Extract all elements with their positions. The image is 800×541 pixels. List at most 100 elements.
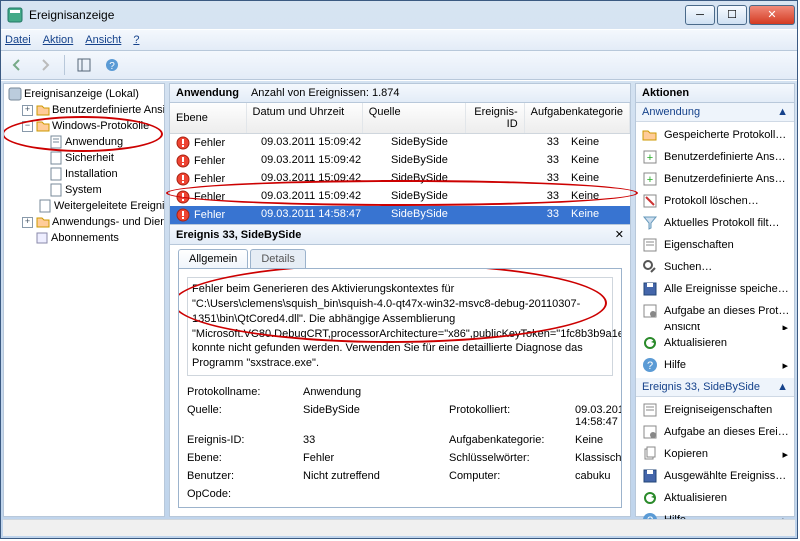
menu-action[interactable]: Aktion bbox=[43, 34, 74, 46]
action-item[interactable]: ?Hilfe▸ bbox=[636, 354, 794, 376]
tab-general[interactable]: Allgemein bbox=[178, 249, 248, 268]
col-eventid[interactable]: Ereignis-ID bbox=[466, 103, 525, 133]
error-icon bbox=[176, 172, 190, 186]
menu-view[interactable]: Ansicht bbox=[85, 34, 121, 46]
event-properties: Protokollname:Anwendung Quelle:SideBySid… bbox=[187, 386, 613, 508]
copy-icon bbox=[642, 446, 658, 462]
menu-help[interactable]: ? bbox=[133, 34, 139, 46]
detail-body[interactable]: Fehler beim Generieren des Aktivierungsk… bbox=[178, 268, 622, 508]
props-icon bbox=[642, 402, 658, 418]
refresh-icon bbox=[642, 335, 658, 351]
minimize-button[interactable]: ─ bbox=[685, 5, 715, 25]
help-icon: ? bbox=[642, 357, 658, 373]
toolbar: ? bbox=[1, 51, 797, 80]
tree-forwarded[interactable]: Weitergeleitete Ereignisse bbox=[36, 198, 162, 214]
clear-icon bbox=[642, 193, 658, 209]
create-icon: + bbox=[642, 171, 658, 187]
app-window: Ereignisanzeige ─ ☐ ✕ Datei Aktion Ansic… bbox=[0, 0, 798, 539]
tree-pane[interactable]: Ereignisanzeige (Lokal) +Benutzerdefinie… bbox=[3, 83, 165, 517]
main-pane: Anwendung Anzahl von Ereignissen: 1.874 … bbox=[169, 83, 631, 517]
menu-file[interactable]: Datei bbox=[5, 34, 31, 46]
save-icon bbox=[642, 281, 658, 297]
grid-header[interactable]: Ebene Datum und Uhrzeit Quelle Ereignis-… bbox=[170, 103, 630, 134]
svg-text:+: + bbox=[647, 152, 653, 164]
link-onlinehelp[interactable]: Onlinehilfe bbox=[303, 506, 355, 508]
detail-pane: Ereignis 33, SideBySide ✕ Allgemein Deta… bbox=[170, 224, 630, 516]
action-item[interactable]: +Benutzerdefinierte Ans… bbox=[636, 146, 794, 168]
error-icon bbox=[176, 154, 190, 168]
menubar: Datei Aktion Ansicht ? bbox=[1, 29, 797, 51]
tree-subscriptions[interactable]: Abonnements bbox=[22, 230, 162, 246]
event-message: Fehler beim Generieren des Aktivierungsk… bbox=[187, 277, 613, 376]
tool-back[interactable] bbox=[5, 53, 29, 77]
svg-text:?: ? bbox=[109, 61, 115, 72]
close-button[interactable]: ✕ bbox=[749, 5, 795, 25]
error-icon bbox=[176, 208, 190, 222]
svg-text:+: + bbox=[647, 174, 653, 186]
action-item[interactable]: Ereigniseigenschaften bbox=[636, 399, 794, 421]
event-row[interactable]: Fehler09.03.2011 15:09:42SideBySide33Kei… bbox=[170, 170, 630, 188]
action-item[interactable]: Aktuelles Protokoll filt… bbox=[636, 212, 794, 234]
action-item[interactable]: Aktualisieren bbox=[636, 332, 794, 354]
col-level[interactable]: Ebene bbox=[170, 103, 247, 133]
events-header: Anwendung Anzahl von Ereignissen: 1.874 bbox=[170, 84, 630, 103]
window-title: Ereignisanzeige bbox=[29, 8, 683, 22]
svg-text:?: ? bbox=[647, 360, 653, 372]
actions-group-event[interactable]: Ereignis 33, SideBySide▲ bbox=[636, 378, 794, 397]
maximize-button[interactable]: ☐ bbox=[717, 5, 747, 25]
tree-root[interactable]: Ereignisanzeige (Lokal) bbox=[8, 86, 162, 102]
actions-title: Aktionen bbox=[636, 84, 794, 103]
action-item[interactable]: Ausgewählte Ereigniss… bbox=[636, 465, 794, 487]
col-category[interactable]: Aufgabenkategorie bbox=[525, 103, 630, 133]
tree-win-logs[interactable]: −Windows-Protokolle bbox=[22, 118, 162, 134]
detail-close-icon[interactable]: ✕ bbox=[615, 228, 624, 241]
detail-header: Ereignis 33, SideBySide ✕ bbox=[170, 225, 630, 245]
action-item[interactable]: Gespeicherte Protokoll… bbox=[636, 124, 794, 146]
event-row[interactable]: Fehler09.03.2011 15:09:42SideBySide33Kei… bbox=[170, 188, 630, 206]
tool-help-icon[interactable]: ? bbox=[100, 53, 124, 77]
action-item[interactable]: Alle Ereignisse speiche… bbox=[636, 278, 794, 300]
actions-group-app[interactable]: Anwendung▲ bbox=[636, 103, 794, 122]
action-item[interactable]: Suchen… bbox=[636, 256, 794, 278]
save-icon bbox=[642, 468, 658, 484]
tool-show-tree[interactable] bbox=[72, 53, 96, 77]
error-icon bbox=[176, 136, 190, 150]
scrollbar-horizontal[interactable] bbox=[3, 519, 795, 536]
action-item[interactable]: +Benutzerdefinierte Ans… bbox=[636, 168, 794, 190]
tree-system[interactable]: System bbox=[36, 182, 162, 198]
task-icon bbox=[642, 303, 658, 319]
action-item[interactable]: Aktualisieren bbox=[636, 487, 794, 509]
action-item[interactable]: Aufgabe an dieses Erei… bbox=[636, 421, 794, 443]
event-row[interactable]: Fehler09.03.2011 14:58:47SideBySide33Kei… bbox=[170, 206, 630, 224]
titlebar[interactable]: Ereignisanzeige ─ ☐ ✕ bbox=[1, 1, 797, 29]
tree-custom-views[interactable]: +Benutzerdefinierte Ansichten bbox=[22, 102, 162, 118]
props-icon bbox=[642, 237, 658, 253]
open-icon bbox=[642, 127, 658, 143]
tool-forward[interactable] bbox=[33, 53, 57, 77]
col-datetime[interactable]: Datum und Uhrzeit bbox=[247, 103, 363, 133]
filter-icon bbox=[642, 215, 658, 231]
action-item[interactable]: Aufgabe an dieses Prot… bbox=[636, 300, 794, 322]
create-icon: + bbox=[642, 149, 658, 165]
tree-security[interactable]: Sicherheit bbox=[36, 150, 162, 166]
tree-install[interactable]: Installation bbox=[36, 166, 162, 182]
tab-details[interactable]: Details bbox=[250, 249, 306, 268]
action-item[interactable]: Protokoll löschen… bbox=[636, 190, 794, 212]
action-item[interactable]: Kopieren▸ bbox=[636, 443, 794, 465]
refresh-icon bbox=[642, 490, 658, 506]
find-icon bbox=[642, 259, 658, 275]
action-item[interactable]: Eigenschaften bbox=[636, 234, 794, 256]
content-area: Ereignisanzeige (Lokal) +Benutzerdefinie… bbox=[1, 80, 797, 519]
collapse-icon[interactable]: ▲ bbox=[777, 381, 788, 393]
task-icon bbox=[642, 424, 658, 440]
event-row[interactable]: Fehler09.03.2011 15:09:42SideBySide33Kei… bbox=[170, 134, 630, 152]
app-icon bbox=[7, 7, 23, 23]
col-source[interactable]: Quelle bbox=[363, 103, 466, 133]
collapse-icon[interactable]: ▲ bbox=[777, 106, 788, 118]
event-row[interactable]: Fehler09.03.2011 15:09:42SideBySide33Kei… bbox=[170, 152, 630, 170]
events-grid[interactable]: Ebene Datum und Uhrzeit Quelle Ereignis-… bbox=[170, 103, 630, 224]
tree-app-services[interactable]: +Anwendungs- und Dienstprotokolle bbox=[22, 214, 162, 230]
actions-pane: Aktionen Anwendung▲ Gespeicherte Protoko… bbox=[635, 83, 795, 517]
tree-app[interactable]: Anwendung bbox=[36, 134, 162, 150]
error-icon bbox=[176, 190, 190, 204]
